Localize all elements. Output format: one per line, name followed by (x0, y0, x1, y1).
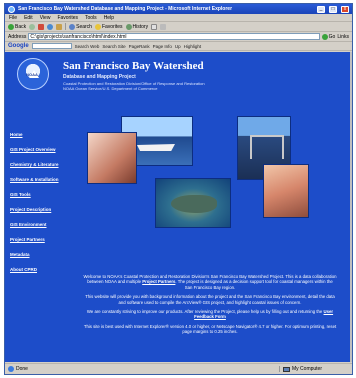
fish-photo (155, 178, 231, 228)
title-bar[interactable]: San Francisco Bay Watershed Database and… (5, 4, 352, 14)
go-arrow-icon (321, 33, 328, 40)
nav-about-cprd[interactable]: About CPRD (10, 267, 77, 282)
forward-arrow-icon (29, 23, 36, 30)
search-icon (69, 23, 76, 30)
menu-edit[interactable]: Edit (24, 15, 33, 21)
links-button[interactable]: Links (337, 34, 349, 40)
google-page-info-button[interactable]: Page Info (153, 44, 172, 49)
google-search-web-button[interactable]: Search Web (75, 44, 100, 49)
home-icon (56, 23, 63, 30)
site-subtitle: Database and Mapping Project (63, 74, 136, 80)
menu-help[interactable]: Help (104, 15, 114, 21)
feedback-text: We are constantly striving to improve ou… (86, 309, 323, 315)
google-pagerank[interactable]: PageRank (129, 44, 150, 49)
toolbar-separator (65, 23, 67, 30)
status-text: Done (16, 366, 28, 372)
site-agency-line: NOAA Ocean Service/U.S. Department of Co… (63, 86, 158, 91)
page-content: NOAA San Francisco Bay Watershed Databas… (5, 52, 352, 362)
forward-button[interactable] (29, 23, 36, 30)
favorites-button[interactable]: Favorites (94, 23, 123, 30)
star-icon (94, 23, 101, 30)
site-header: NOAA San Francisco Bay Watershed Databas… (5, 52, 352, 100)
google-search-input[interactable] (31, 43, 72, 49)
noaa-logo-text: NOAA (26, 72, 38, 77)
site-title: San Francisco Bay Watershed (63, 60, 204, 72)
back-arrow-icon (8, 23, 14, 30)
nav-metadata[interactable]: Metadata (10, 252, 77, 267)
address-label: Address (8, 33, 27, 40)
status-zone: My Computer (279, 366, 349, 372)
menu-file[interactable]: File (9, 15, 17, 21)
sidebar-nav: Home GIS Project Overview Chemistry & Li… (5, 132, 77, 282)
stop-button[interactable] (38, 23, 45, 30)
mail-icon (151, 23, 158, 30)
mail-button[interactable] (151, 23, 158, 30)
minimize-button[interactable]: _ (317, 5, 325, 13)
standard-toolbar: Back Search Favorites History (5, 22, 352, 32)
nav-gis-tools[interactable]: GIS Tools (10, 192, 77, 207)
project-partners-link[interactable]: Project Partners (142, 279, 175, 284)
nav-software-installation[interactable]: Software & Installation (10, 177, 77, 192)
back-label: Back (15, 23, 27, 30)
intro-text-end: . The project is designed as a decision … (175, 279, 333, 290)
address-bar: Address C:\gis\projects\sanfrancisco\htm… (5, 32, 352, 42)
shellfish-photo (263, 164, 309, 218)
intro-paragraph: Welcome to NOAA's Coastal Protection and… (83, 274, 337, 290)
close-button[interactable]: x (341, 5, 349, 13)
maximize-button[interactable]: □ (329, 5, 337, 13)
history-icon (125, 23, 132, 30)
nav-project-description[interactable]: Project Description (10, 207, 77, 222)
google-toolbar: Google Search Web Search Site PageRank P… (5, 42, 352, 51)
background-paragraph: This website will provide you with backg… (85, 294, 335, 305)
nav-gis-environment[interactable]: GIS Environment (10, 222, 77, 237)
menu-bar: File Edit View Favorites Tools Help (5, 14, 352, 22)
nav-chemistry-literature[interactable]: Chemistry & Literature (10, 162, 77, 177)
menu-tools[interactable]: Tools (85, 15, 97, 21)
back-button[interactable]: Back (8, 23, 27, 30)
go-label: Go (328, 33, 336, 40)
menu-favorites[interactable]: Favorites (57, 15, 78, 21)
menu-view[interactable]: View (40, 15, 51, 21)
nav-home[interactable]: Home (10, 132, 77, 147)
window-title: San Francisco Bay Watershed Database and… (18, 6, 233, 12)
internet-explorer-icon (8, 5, 15, 13)
status-left: Done (8, 366, 279, 372)
vertical-scrollbar[interactable] (350, 52, 352, 362)
browser-window: San Francisco Bay Watershed Database and… (4, 3, 353, 375)
google-up-button[interactable]: Up (175, 44, 181, 49)
browser-note-paragraph: This site is best used with Internet Exp… (83, 323, 337, 335)
google-highlight-button[interactable]: Highlight (184, 44, 202, 49)
nav-gis-project-overview[interactable]: GIS Project Overview (10, 147, 77, 162)
history-label: History (132, 23, 149, 30)
favorites-label: Favorites (101, 23, 123, 30)
refresh-button[interactable] (47, 23, 54, 30)
zone-text: My Computer (292, 366, 323, 372)
nav-project-partners[interactable]: Project Partners (10, 237, 77, 252)
page-done-icon (8, 366, 14, 372)
address-input[interactable]: C:\gis\projects\sanfrancisco\html\index.… (28, 33, 320, 40)
intro-text: Welcome to NOAA's Coastal Protection and… (83, 274, 337, 339)
photo-collage (87, 116, 327, 262)
stop-icon (38, 23, 45, 30)
printer-icon (160, 23, 167, 30)
go-button[interactable]: Go (321, 33, 336, 40)
marine-life-photo (87, 132, 137, 184)
search-label: Search (76, 23, 92, 30)
refresh-icon (47, 23, 54, 30)
feedback-paragraph: We are constantly striving to improve ou… (83, 309, 337, 320)
print-button[interactable] (160, 23, 167, 30)
my-computer-icon (283, 366, 290, 372)
google-logo: Google (8, 43, 29, 49)
search-button[interactable]: Search (69, 23, 92, 30)
google-search-site-button[interactable]: Search Site (102, 44, 125, 49)
home-button[interactable] (56, 23, 63, 30)
history-button[interactable]: History (125, 23, 149, 30)
status-bar: Done My Computer (5, 363, 352, 374)
